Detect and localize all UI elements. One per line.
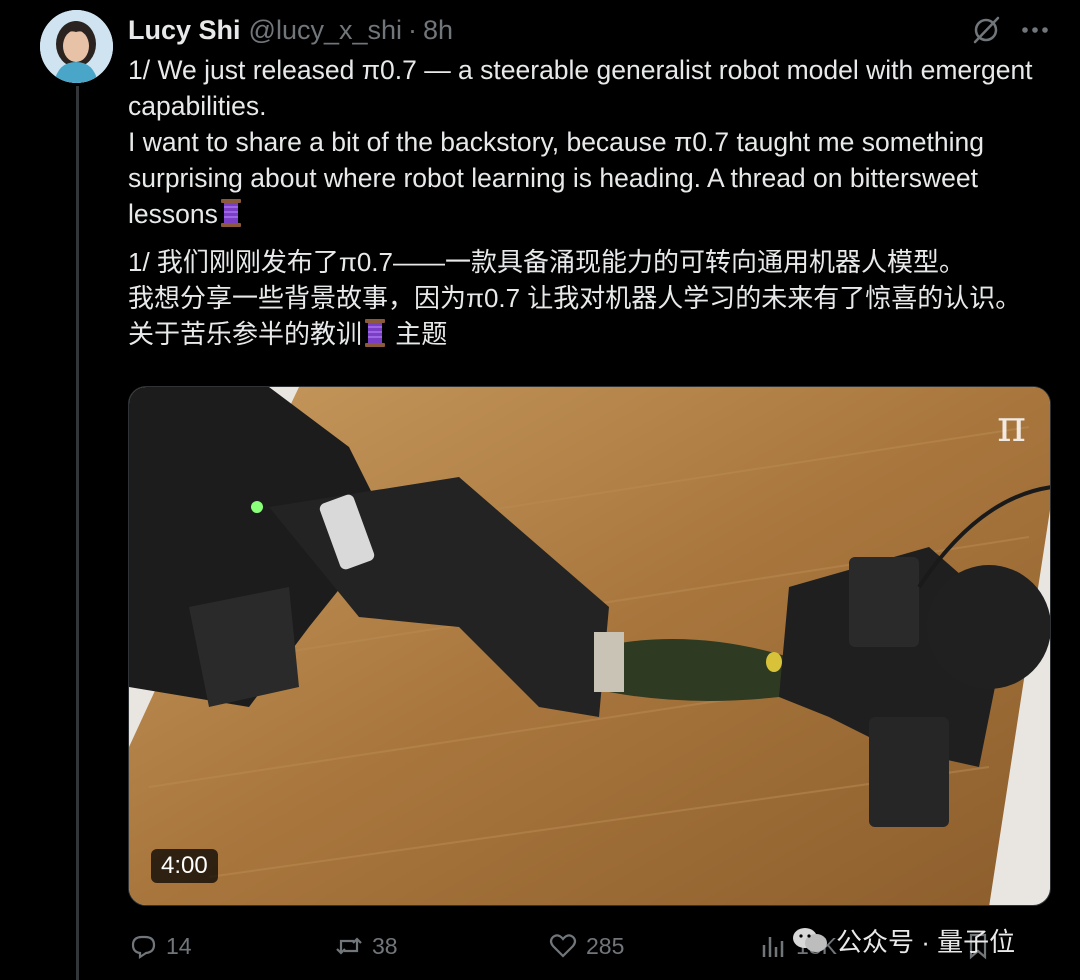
tweet-text-cn-line3b: 主题 <box>388 319 448 349</box>
grok-icon[interactable] <box>970 14 1002 46</box>
pi-logo: π <box>997 401 1026 452</box>
video-duration-badge: 4:00 <box>151 849 218 883</box>
like-button[interactable]: 285 <box>548 926 624 966</box>
video-player[interactable]: π 4:00 <box>128 386 1051 906</box>
tweet-text-cn-line2: 我想分享一些背景故事，因为π0.7 让我对机器人学习的未来有了惊喜的认识。 <box>128 283 1022 313</box>
repost-button[interactable]: 38 <box>334 926 398 966</box>
tweet-text-en: 1/ We just released π0.7 — a steerable g… <box>128 55 1033 229</box>
tweet-text-cn-line1: 1/ 我们刚刚发布了π0.7——一款具备涌现能力的可转向通用机器人模型。 <box>128 247 965 277</box>
reply-button[interactable]: 14 <box>128 926 192 966</box>
reply-count: 14 <box>166 932 192 959</box>
like-count: 285 <box>586 932 625 959</box>
timestamp[interactable]: 8h <box>423 15 453 46</box>
video-thumbnail <box>129 387 1050 905</box>
tweet-header: Lucy Shi @lucy_x_shi · 8h <box>128 14 453 46</box>
tweet-text-english: 1/ We just released π0.7 — a steerable g… <box>128 52 1048 232</box>
more-options-icon[interactable] <box>1018 14 1052 46</box>
spool-of-thread-icon <box>365 319 386 347</box>
thread-connector-line <box>76 86 79 980</box>
repost-icon <box>336 937 362 955</box>
author-name[interactable]: Lucy Shi <box>128 15 241 46</box>
separator-dot: · <box>408 14 418 45</box>
repost-count: 38 <box>372 932 398 959</box>
tweet-text-chinese: 1/ 我们刚刚发布了π0.7——一款具备涌现能力的可转向通用机器人模型。 我想分… <box>128 244 1048 352</box>
heart-icon <box>549 934 577 958</box>
tweet-text-cn-line3a: 关于苦乐参半的教训 <box>128 319 363 349</box>
views-chart-icon <box>762 937 784 957</box>
spool-of-thread-icon <box>220 199 241 227</box>
reply-icon <box>131 935 156 960</box>
wechat-watermark: 公众号 · 量子位 <box>790 920 1015 960</box>
author-handle[interactable]: @lucy_x_shi <box>249 15 402 46</box>
avatar[interactable] <box>40 10 113 83</box>
watermark-text: 公众号 · 量子位 <box>836 926 1016 957</box>
wechat-icon <box>793 928 827 952</box>
